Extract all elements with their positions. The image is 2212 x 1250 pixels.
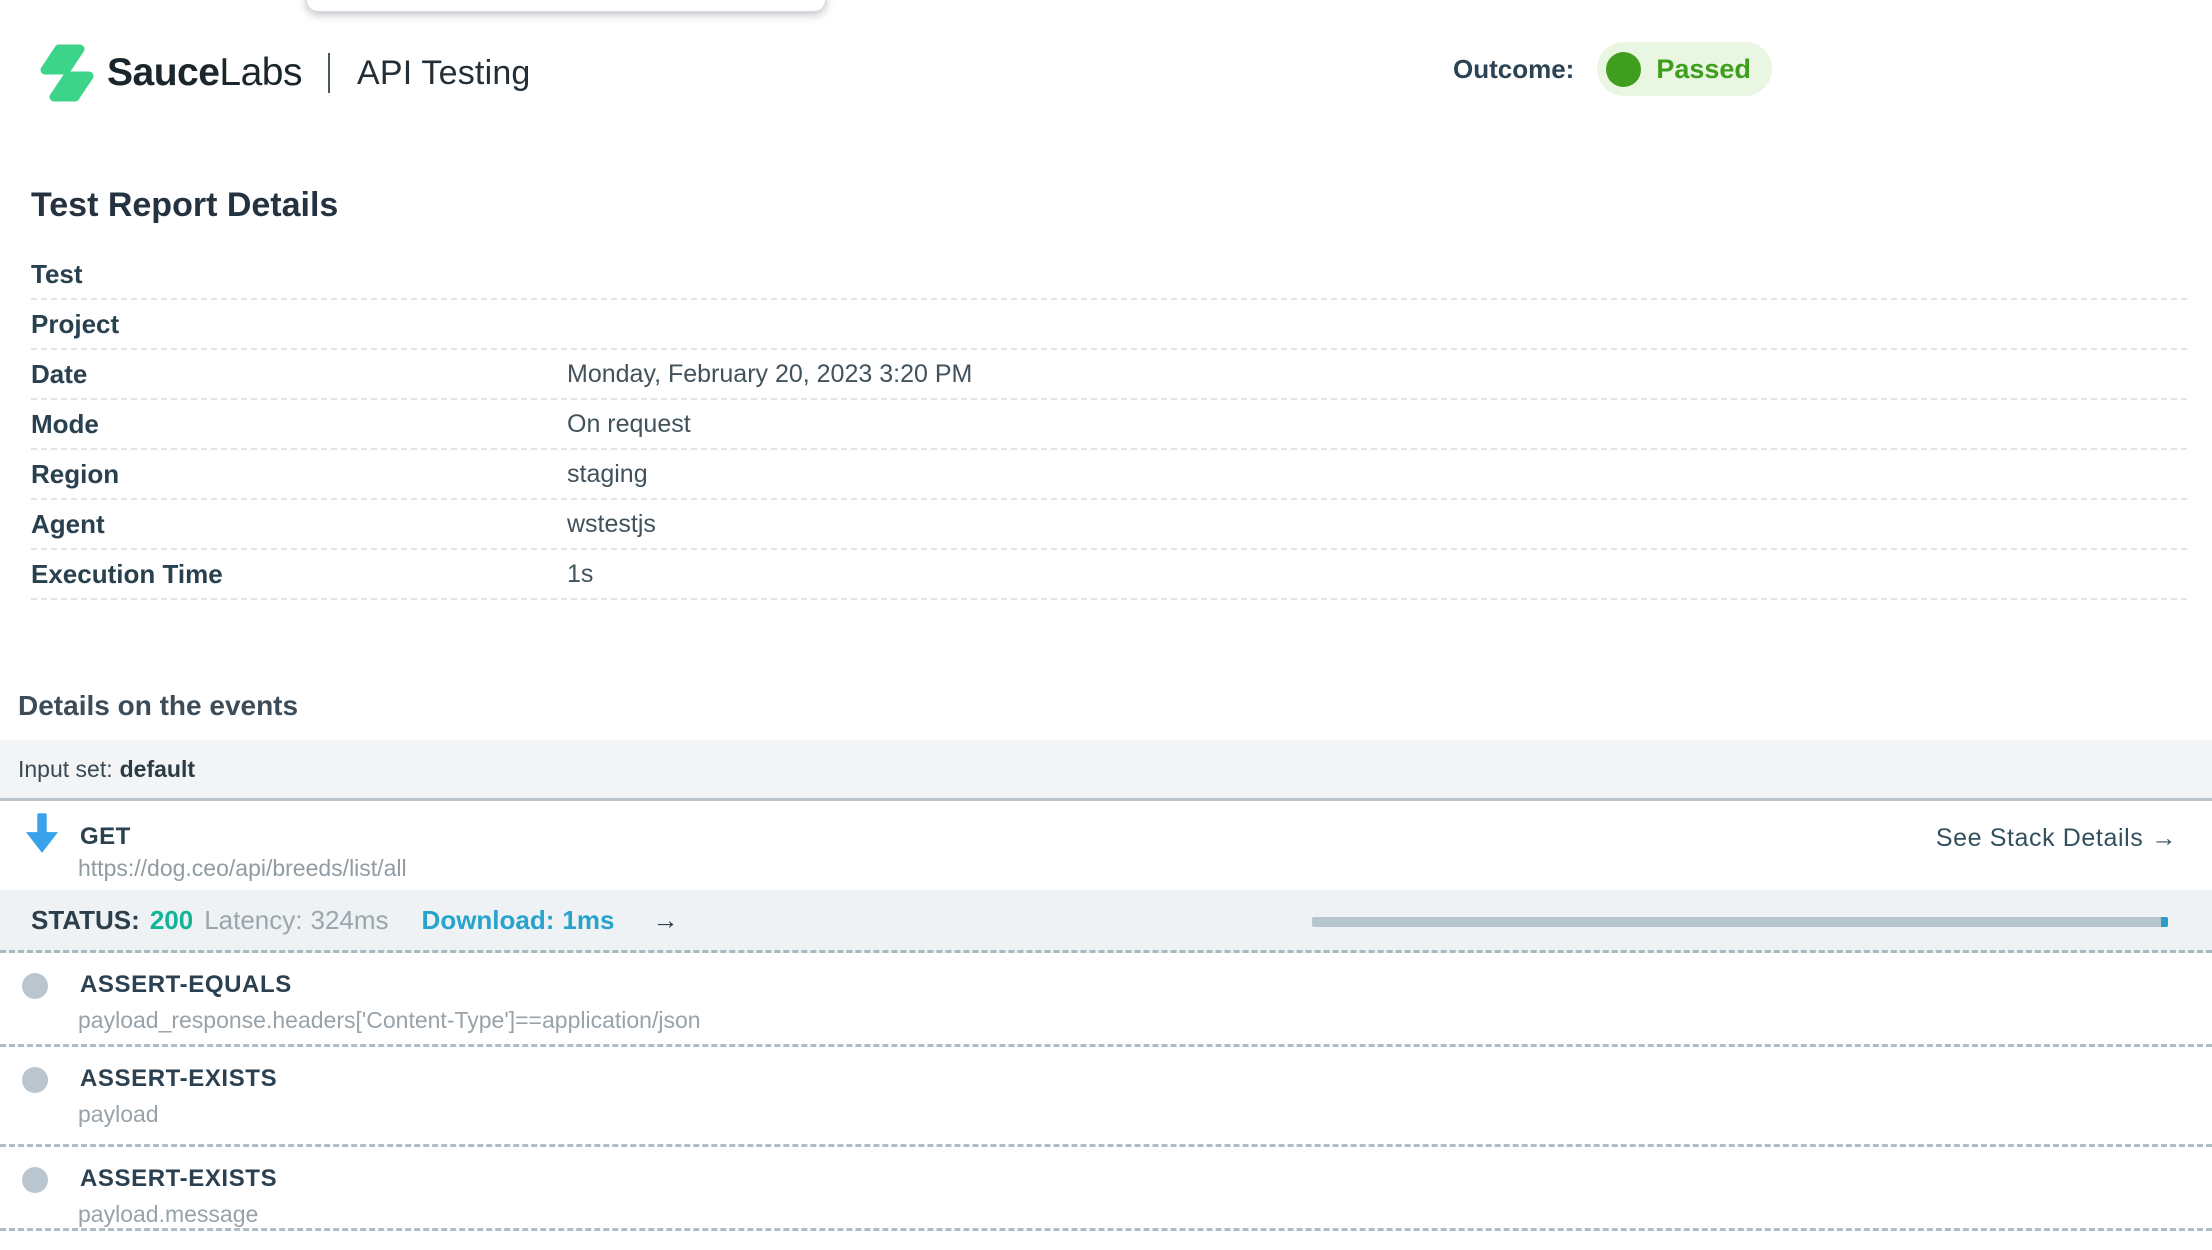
report-details-table: Test Project Date Monday, February 20, 2… [31, 250, 2187, 600]
status-bar: STATUS: 200 Latency: 324ms Download: 1ms… [0, 890, 2212, 953]
input-set-label: Input set: [18, 756, 113, 783]
page-title: Test Report Details [31, 186, 338, 225]
table-row: Agent wstestjs [31, 500, 2187, 550]
assertion-row: ASSERT-EQUALS payload_response.headers['… [0, 953, 2212, 1047]
assertion-type: ASSERT-EXISTS [80, 1165, 277, 1193]
product-name: API Testing [357, 54, 531, 93]
brand: SauceLabs API Testing [40, 42, 531, 104]
row-label: Region [31, 459, 567, 490]
table-row: Date Monday, February 20, 2023 3:20 PM [31, 350, 2187, 400]
assertion-dot-icon [22, 1067, 48, 1093]
outcome-label: Outcome: [1453, 54, 1574, 85]
assertions-list: ASSERT-EQUALS payload_response.headers['… [0, 953, 2212, 1231]
latency-value: 324ms [311, 905, 389, 936]
assertion-row: ASSERT-EXISTS payload [0, 1047, 2212, 1147]
passed-dot-icon [1606, 52, 1641, 87]
see-stack-details-link[interactable]: See Stack Details→ [1936, 824, 2177, 853]
expand-arrow-icon[interactable]: → [652, 905, 678, 936]
row-label: Test [31, 259, 567, 290]
row-label: Date [31, 359, 567, 390]
brand-name-bold: Sauce [107, 51, 219, 94]
saucelabs-spark-icon [40, 44, 94, 102]
assertion-type: ASSERT-EXISTS [80, 1065, 277, 1093]
input-set-bar: Input set: default [0, 740, 2212, 801]
brand-name: SauceLabs [107, 51, 302, 95]
table-row: Mode On request [31, 400, 2187, 450]
timing-progress-bar [1312, 917, 2168, 927]
status-badge: Passed [1597, 42, 1772, 96]
download-link-value[interactable]: 1ms [562, 905, 614, 936]
row-value: Monday, February 20, 2023 3:20 PM [567, 360, 972, 389]
latency-label: Latency: [204, 905, 302, 936]
input-set-value: default [120, 756, 195, 783]
row-value: wstestjs [567, 510, 656, 539]
table-row: Project [31, 300, 2187, 350]
status-label: STATUS: [31, 905, 140, 936]
row-label: Agent [31, 509, 567, 540]
status-code: 200 [150, 905, 193, 936]
row-label: Mode [31, 409, 567, 440]
row-label: Project [31, 309, 567, 340]
row-value: 1s [567, 560, 593, 589]
assertion-dot-icon [22, 973, 48, 999]
assertion-expression: payload.message [78, 1201, 258, 1228]
download-arrow-icon [26, 813, 58, 855]
table-row: Execution Time 1s [31, 550, 2187, 600]
request-event-row: GET https://dog.ceo/api/breeds/list/all … [0, 801, 2212, 890]
see-stack-details-text: See Stack Details [1936, 824, 2144, 852]
brand-name-light: Labs [219, 51, 302, 94]
row-value: On request [567, 410, 691, 439]
download-link-label[interactable]: Download: [422, 905, 555, 936]
request-url: https://dog.ceo/api/breeds/list/all [78, 855, 407, 882]
assertion-type: ASSERT-EQUALS [80, 971, 292, 999]
status-badge-text: Passed [1656, 54, 1751, 85]
tooltip-remnant [306, 0, 826, 12]
request-method: GET [80, 823, 131, 851]
timing-progress-bar-download-segment [2161, 917, 2168, 927]
right-arrow-icon: → [2151, 824, 2177, 852]
brand-divider [328, 53, 330, 93]
events-section-title: Details on the events [18, 690, 298, 722]
row-value: staging [567, 460, 648, 489]
assertion-dot-icon [22, 1167, 48, 1193]
table-row: Region staging [31, 450, 2187, 500]
assertion-row: ASSERT-EXISTS payload.message [0, 1147, 2212, 1231]
assertion-expression: payload [78, 1101, 159, 1128]
outcome-group: Outcome: Passed [1453, 42, 1772, 96]
table-row: Test [31, 250, 2187, 300]
row-label: Execution Time [31, 559, 567, 590]
assertion-expression: payload_response.headers['Content-Type']… [78, 1007, 701, 1034]
